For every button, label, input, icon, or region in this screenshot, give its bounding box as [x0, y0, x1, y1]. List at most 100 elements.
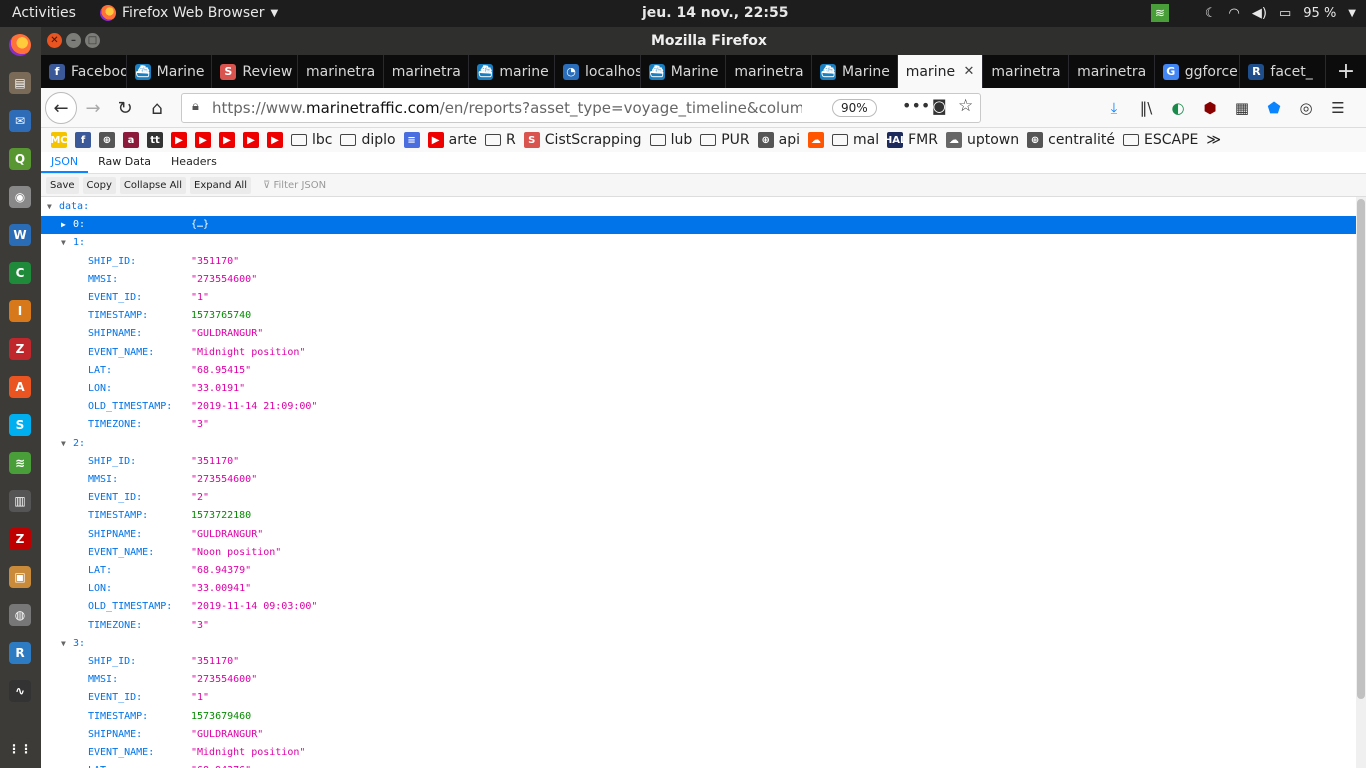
bookmarks-overflow-icon[interactable]: ≫: [1206, 132, 1221, 148]
json-tree-row[interactable]: EVENT_ID: "2": [41, 489, 1356, 507]
bookmark-item[interactable]: S CistScrapping: [523, 132, 642, 148]
bookmark-item[interactable]: ▶: [195, 132, 211, 148]
bookmark-star-icon[interactable]: ☆: [958, 96, 973, 116]
close-window-button[interactable]: ✕: [47, 33, 62, 48]
zotero-icon[interactable]: Z: [9, 338, 31, 360]
json-tree-row[interactable]: ▼ data:: [41, 198, 1356, 216]
url-bar[interactable]: 🔒︎ https://www.marinetraffic.com/en/repo…: [181, 93, 981, 123]
rstudio-icon[interactable]: R: [9, 642, 31, 664]
url-text[interactable]: https://www.marinetraffic.com/en/reports…: [212, 99, 802, 117]
monitor-icon[interactable]: ∿: [9, 680, 31, 702]
bookmark-item[interactable]: lbc: [291, 132, 332, 148]
bookmark-item[interactable]: ▶: [219, 132, 235, 148]
home-button[interactable]: ⌂: [145, 96, 169, 120]
tab-raw-data[interactable]: Raw Data: [88, 152, 161, 173]
browser-tab[interactable]: Rfacet_: [1240, 55, 1327, 88]
json-tree-row[interactable]: OLD_TIMESTAMP: "2019-11-14 21:09:00": [41, 398, 1356, 416]
ublock-icon[interactable]: ⬢: [1199, 97, 1221, 119]
json-tree-row[interactable]: LAT: "68.95415": [41, 362, 1356, 380]
collapse-all-button[interactable]: Collapse All: [119, 176, 186, 194]
copy-button[interactable]: Copy: [82, 176, 116, 194]
bookmark-item[interactable]: PUR: [700, 132, 750, 148]
bookmark-item[interactable]: ▶: [243, 132, 259, 148]
json-tree-row[interactable]: LAT: "68.94379": [41, 562, 1356, 580]
rss-indicator-icon[interactable]: ≋: [1150, 4, 1169, 22]
json-tree-row[interactable]: TIMESTAMP: 1573765740: [41, 307, 1356, 325]
close-tab-icon[interactable]: ✕: [963, 64, 974, 79]
bookmark-item[interactable]: a: [123, 132, 139, 148]
browser-tab[interactable]: f Facebook: [41, 55, 127, 88]
json-tree-row[interactable]: TIMESTAMP: 1573722180: [41, 507, 1356, 525]
network-icon[interactable]: ◍: [9, 604, 31, 626]
browser-tab[interactable]: ⛴ marine: [469, 55, 556, 88]
account-icon[interactable]: ◎: [1295, 97, 1317, 119]
software-icon[interactable]: A: [9, 376, 31, 398]
firefox-icon[interactable]: [9, 34, 31, 56]
json-tree-row[interactable]: SHIPNAME: "GULDRANGUR": [41, 325, 1356, 343]
files-icon[interactable]: ▤: [9, 72, 31, 94]
library-icon[interactable]: ‖\: [1135, 97, 1157, 119]
expand-all-button[interactable]: Expand All: [190, 176, 251, 194]
json-tree-row[interactable]: SHIP_ID: "351170": [41, 253, 1356, 271]
json-tree-row[interactable]: ▼ 3:: [41, 635, 1356, 653]
app-menu[interactable]: Firefox Web Browser ▼: [100, 5, 278, 21]
notification-extension-icon[interactable]: ⬟: [1263, 97, 1285, 119]
json-tree-row[interactable]: EVENT_NAME: "Noon position": [41, 544, 1356, 562]
json-tree-row[interactable]: ▼ 1:: [41, 234, 1356, 252]
json-tree-row[interactable]: EVENT_ID: "1": [41, 689, 1356, 707]
bookmark-item[interactable]: tt: [147, 132, 163, 148]
json-tree-row[interactable]: LON: "33.0191": [41, 380, 1356, 398]
json-tree-row[interactable]: EVENT_NAME: "Midnight position": [41, 344, 1356, 362]
filezilla-icon[interactable]: Z: [9, 528, 31, 550]
save-button[interactable]: Save: [46, 176, 79, 194]
expanded-twisty-icon[interactable]: ▼: [61, 234, 66, 252]
new-tab-button[interactable]: +: [1326, 55, 1366, 88]
page-actions-button[interactable]: •••: [902, 96, 930, 115]
browser-tab[interactable]: marinetra: [983, 55, 1070, 88]
bookmark-item[interactable]: lub: [649, 132, 692, 148]
browser-tab[interactable]: Gggforce: [1155, 55, 1241, 88]
expanded-twisty-icon[interactable]: ▼: [47, 198, 52, 216]
rss-icon[interactable]: ≋: [9, 452, 31, 474]
bookmark-item[interactable]: ▶: [267, 132, 283, 148]
json-tree-row[interactable]: TIMEZONE: "3": [41, 416, 1356, 434]
bookmark-item[interactable]: mal: [832, 132, 879, 148]
mixer-icon[interactable]: ▥: [9, 490, 31, 512]
json-tree-row[interactable]: ▶ 0: {…}: [41, 216, 1356, 235]
json-tree-row[interactable]: MMSI: "273554600": [41, 671, 1356, 689]
bookmark-item[interactable]: ⊕ centralité: [1027, 132, 1115, 148]
calc-icon[interactable]: C: [9, 262, 31, 284]
zoom-indicator[interactable]: 90%: [832, 99, 877, 117]
scrollbar-thumb[interactable]: [1357, 199, 1365, 699]
json-tree-row[interactable]: LON: "33.00941": [41, 580, 1356, 598]
browser-tab[interactable]: marinetra: [726, 55, 813, 88]
skype-icon[interactable]: S: [9, 414, 31, 436]
activities-button[interactable]: Activities: [12, 5, 76, 21]
browser-tab[interactable]: marinetra: [298, 55, 384, 88]
back-button[interactable]: ←: [45, 92, 77, 124]
browser-tab[interactable]: ⛴ Marine: [812, 55, 898, 88]
json-tree-row[interactable]: SHIP_ID: "351170": [41, 453, 1356, 471]
bookmark-item[interactable]: ☁: [808, 132, 825, 148]
browser-tab[interactable]: marinetra: [384, 55, 470, 88]
json-tree-row[interactable]: EVENT_NAME: "Midnight position": [41, 744, 1356, 762]
bookmark-item[interactable]: MC: [50, 132, 68, 148]
browser-tab[interactable]: ⛴ Marine: [641, 55, 727, 88]
json-tree-row[interactable]: MMSI: "273554600": [41, 271, 1356, 289]
pocket-icon[interactable]: ◙: [932, 97, 947, 115]
lock-icon[interactable]: 🔒︎: [192, 99, 199, 114]
minimize-window-button[interactable]: –: [66, 33, 81, 48]
bookmark-item[interactable]: ESCAPE: [1123, 132, 1198, 148]
bookmark-item[interactable]: ▶: [171, 132, 187, 148]
expanded-twisty-icon[interactable]: ▼: [61, 435, 66, 453]
json-tree-row[interactable]: SHIPNAME: "GULDRANGUR": [41, 526, 1356, 544]
hamburger-menu-icon[interactable]: ☰: [1327, 97, 1349, 119]
tab-headers[interactable]: Headers: [161, 152, 227, 173]
bookmark-item[interactable]: ⊕ api: [757, 132, 800, 148]
bookmark-item[interactable]: diplo: [340, 132, 396, 148]
bookmark-item[interactable]: R: [485, 132, 516, 148]
browser-tab[interactable]: marinetra: [1069, 55, 1155, 88]
tab-json[interactable]: JSON: [41, 152, 89, 173]
qgis-icon[interactable]: Q: [9, 148, 31, 170]
bookmark-item[interactable]: HAL FMR: [884, 132, 938, 148]
